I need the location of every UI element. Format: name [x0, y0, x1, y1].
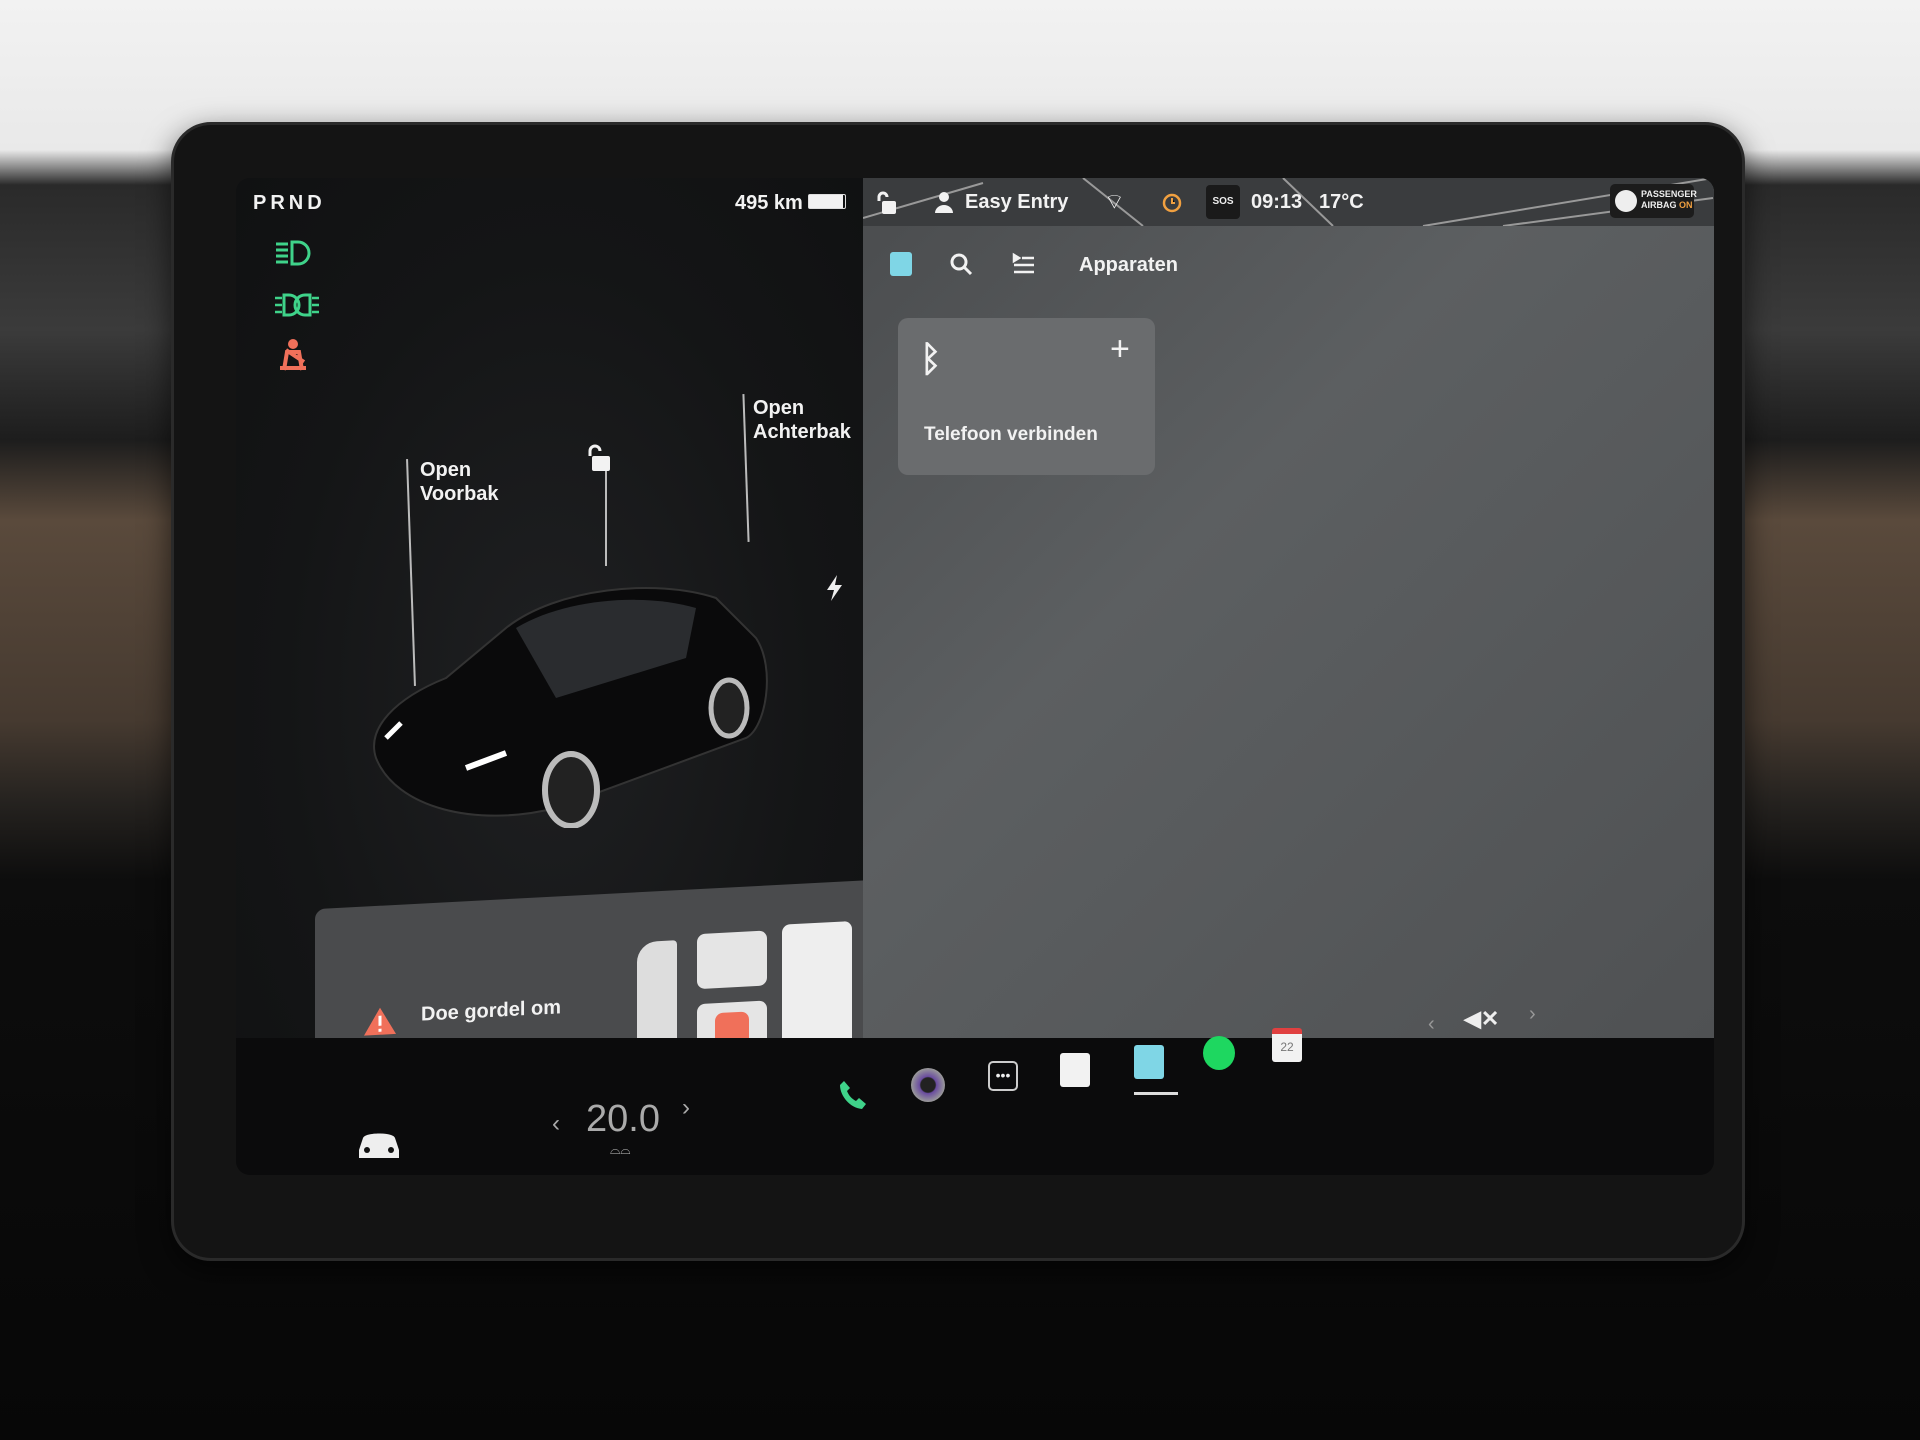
airbag-line2: AIRBAG — [1641, 200, 1677, 210]
range-readout: 495 km — [735, 192, 803, 214]
bluetooth-tab-icon[interactable] — [890, 252, 912, 276]
bluetooth-icon: ᛒ — [920, 338, 942, 379]
fog-light-icon — [275, 293, 319, 317]
unlock-icon[interactable] — [586, 443, 614, 473]
airbag-line1: PASSENGER — [1641, 189, 1697, 199]
airbag-state: ON — [1679, 200, 1693, 210]
airbag-icon — [1615, 190, 1637, 212]
spotify-app-icon[interactable] — [1203, 1036, 1235, 1070]
frunk-label-line1: Open — [420, 459, 472, 481]
temp-up-button[interactable]: › — [682, 1094, 690, 1122]
search-icon[interactable] — [949, 252, 973, 276]
low-beam-headlight-icon — [276, 240, 311, 266]
bottom-bar: ‹ 20.0 › ⌓⌓ — [236, 1038, 1714, 1175]
camera-app-icon[interactable] — [911, 1068, 945, 1102]
list-icon[interactable] — [1012, 252, 1036, 276]
volume-down-button[interactable]: ‹ — [1428, 1013, 1435, 1036]
active-app-indicator — [1134, 1092, 1178, 1095]
frunk-label-line2: Voorbak — [420, 483, 499, 505]
car-model-image — [373, 587, 768, 828]
connect-phone-label: Telefoon verbinden — [924, 424, 1098, 445]
sos-button[interactable]: SOS — [1206, 185, 1240, 219]
unlock-status-icon[interactable] — [876, 190, 898, 216]
profile-icon[interactable] — [934, 191, 954, 213]
trunk-label-line1: Open — [753, 397, 805, 419]
open-trunk-button[interactable]: Open Achterbak — [753, 396, 851, 444]
car-panel: PRND 495 km Open Voorbak Open Achterbak Do… — [236, 178, 894, 1106]
open-frunk-button[interactable]: Open Voorbak — [420, 458, 499, 506]
alert-text: Doe gordel om — [421, 996, 562, 1026]
car-controls-icon[interactable] — [356, 1126, 402, 1160]
lightning-icon[interactable] — [824, 574, 846, 602]
cabin-temperature: 20.0 — [586, 1098, 660, 1140]
gear-indicator: PRND — [253, 192, 326, 214]
temp-down-button[interactable]: ‹ — [552, 1110, 560, 1138]
seatbelt-warning-icon — [280, 339, 306, 371]
trunk-label-line2: Achterbak — [753, 421, 851, 443]
mute-volume-icon[interactable]: ◀✕ — [1464, 1006, 1499, 1032]
driver-profile-button[interactable]: Easy Entry — [965, 191, 1068, 214]
trunk-pointer-line — [742, 394, 750, 542]
alarm-clock-icon — [1162, 193, 1182, 213]
media-panel — [863, 178, 1714, 1038]
bluetooth-app-icon[interactable] — [1134, 1045, 1164, 1079]
panel-title: Apparaten — [1079, 254, 1178, 276]
volume-up-button[interactable]: › — [1529, 1003, 1536, 1026]
notes-app-icon[interactable] — [1060, 1053, 1090, 1087]
phone-app-icon[interactable] — [836, 1078, 870, 1112]
more-apps-icon[interactable]: ••• — [988, 1061, 1018, 1091]
connect-phone-card[interactable]: ᛒ + Telefoon verbinden — [898, 318, 1155, 475]
defrost-icons[interactable]: ⌓⌓ — [610, 1142, 631, 1158]
add-device-button[interactable]: + — [1110, 330, 1130, 369]
wifi-icon: ⌔ — [1104, 189, 1125, 214]
warning-triangle-icon — [364, 1007, 396, 1036]
passenger-airbag-status: PASSENGER AIRBAG ON — [1610, 184, 1697, 218]
outside-temperature: 17°C — [1319, 191, 1364, 213]
touchscreen: PRND 495 km Open Voorbak Open Achterbak Do… — [236, 178, 1714, 1175]
battery-icon — [808, 194, 846, 209]
clock: 09:13 — [1251, 191, 1303, 213]
calendar-app-icon[interactable]: 22 — [1272, 1028, 1302, 1062]
